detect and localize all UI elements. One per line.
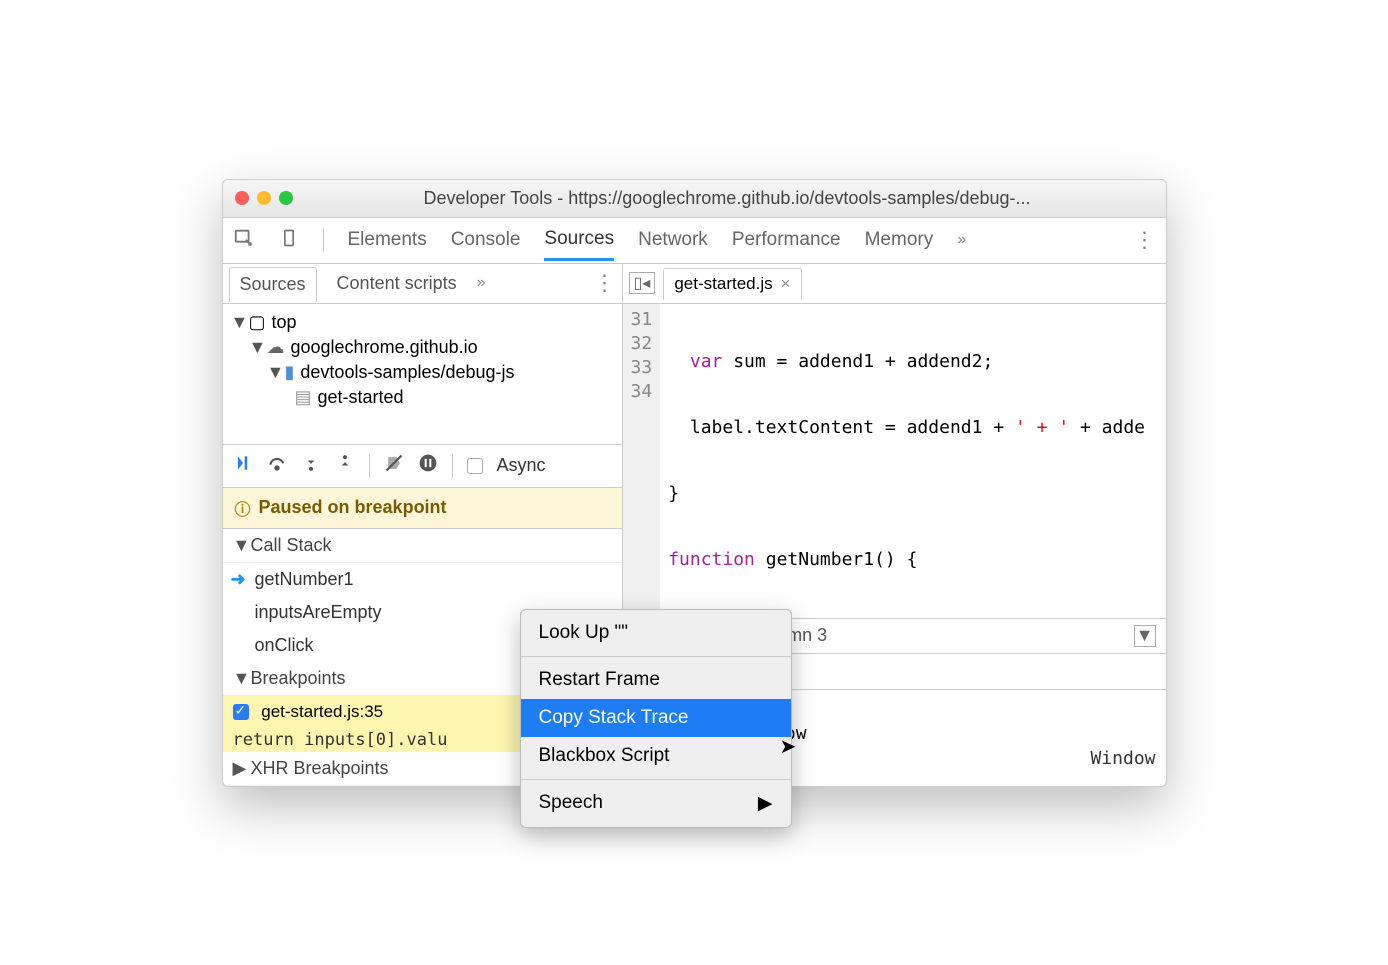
tab-console[interactable]: Console [451,221,521,259]
chevron-down-icon: ▼ [233,668,245,689]
tab-sources[interactable]: Sources [544,220,614,261]
stack-frame-current[interactable]: getNumber1 [223,563,622,596]
chevron-down-icon: ▼ [233,535,245,556]
breakpoint-label: get-started.js:35 [261,702,383,721]
context-menu: Look Up "" Restart Frame Copy Stack Trac… [520,609,792,828]
code-lines[interactable]: var sum = addend1 + addend2; label.textC… [660,304,1153,618]
statusline-dropdown-icon[interactable]: ▼ [1134,625,1156,647]
file-tree[interactable]: ▼ ▢ top ▼ ☁ googlechrome.github.io ▼ ▮ devt… [223,304,622,444]
tree-domain[interactable]: googlechrome.github.io [291,337,478,358]
callstack-header[interactable]: ▼ Call Stack [223,529,622,563]
tab-elements[interactable]: Elements [348,221,427,259]
chevron-down-icon[interactable]: ▼ [249,337,261,358]
tab-performance[interactable]: Performance [732,221,841,259]
paused-text: Paused on breakpoint [259,497,447,518]
step-over-icon[interactable] [267,453,287,478]
resume-icon[interactable] [233,453,253,478]
info-icon: ⓘ [235,496,251,520]
menu-restart-frame[interactable]: Restart Frame [521,661,791,699]
kebab-menu-icon[interactable]: ⋮ [1134,227,1156,253]
titlebar: Developer Tools - https://googlechrome.g… [223,180,1166,218]
chevron-right-icon: ▶ [758,792,773,815]
tree-file[interactable]: get-started [318,387,404,408]
step-out-icon[interactable] [335,453,355,478]
tree-folder[interactable]: devtools-samples/debug-js [300,362,514,383]
step-into-icon[interactable] [301,453,321,478]
line-gutter: 31323334 [623,304,661,618]
window-title: Developer Tools - https://googlechrome.g… [301,188,1154,209]
code-editor[interactable]: 31323334 var sum = addend1 + addend2; la… [623,304,1166,618]
cursor-icon: ➤ [780,734,797,759]
debugger-toolbar: Async [223,444,622,488]
tab-network[interactable]: Network [638,221,708,259]
file-tab[interactable]: get-started.js × [663,268,801,300]
tree-top[interactable]: top [272,312,297,333]
navigator-kebab-icon[interactable]: ⋮ [594,270,616,296]
menu-copy-stack-trace[interactable]: Copy Stack Trace [521,699,791,737]
chevron-right-icon: ▶ [233,758,245,779]
subtab-sources[interactable]: Sources [229,267,317,302]
inspect-icon[interactable] [233,227,255,254]
menu-lookup[interactable]: Look Up "" [521,614,791,652]
cloud-icon: ☁ [267,337,285,358]
toggle-panel-icon[interactable]: ▯◂ [629,272,656,294]
chevron-down-icon[interactable]: ▼ [231,312,243,333]
more-tabs-icon[interactable]: » [957,231,966,249]
close-tab-icon[interactable]: × [781,274,791,294]
pause-exceptions-icon[interactable] [418,453,438,478]
minimize-icon[interactable] [257,191,271,205]
subtab-content-scripts[interactable]: Content scripts [327,267,467,300]
breakpoint-checkbox[interactable] [233,704,249,720]
file-icon: ▤ [295,387,312,408]
async-checkbox[interactable] [467,458,483,474]
menu-speech[interactable]: Speech▶ [521,784,791,823]
async-label: Async [497,455,546,476]
frame-icon: ▢ [249,312,266,333]
paused-banner: ⓘ Paused on breakpoint [223,488,622,529]
menu-blackbox-script[interactable]: Blackbox Script [521,737,791,775]
chevron-down-icon[interactable]: ▼ [267,362,279,383]
tab-memory[interactable]: Memory [865,221,934,259]
deactivate-breakpoints-icon[interactable] [384,453,404,478]
device-icon[interactable] [279,228,299,253]
folder-icon: ▮ [285,362,295,383]
editor-tabs: ▯◂ get-started.js × [623,264,1166,304]
more-subtabs-icon[interactable]: » [477,274,486,292]
navigator-tabs: Sources Content scripts » ⋮ [223,264,622,304]
main-tabs: Elements Console Sources Network Perform… [223,218,1166,264]
zoom-icon[interactable] [279,191,293,205]
close-icon[interactable] [235,191,249,205]
